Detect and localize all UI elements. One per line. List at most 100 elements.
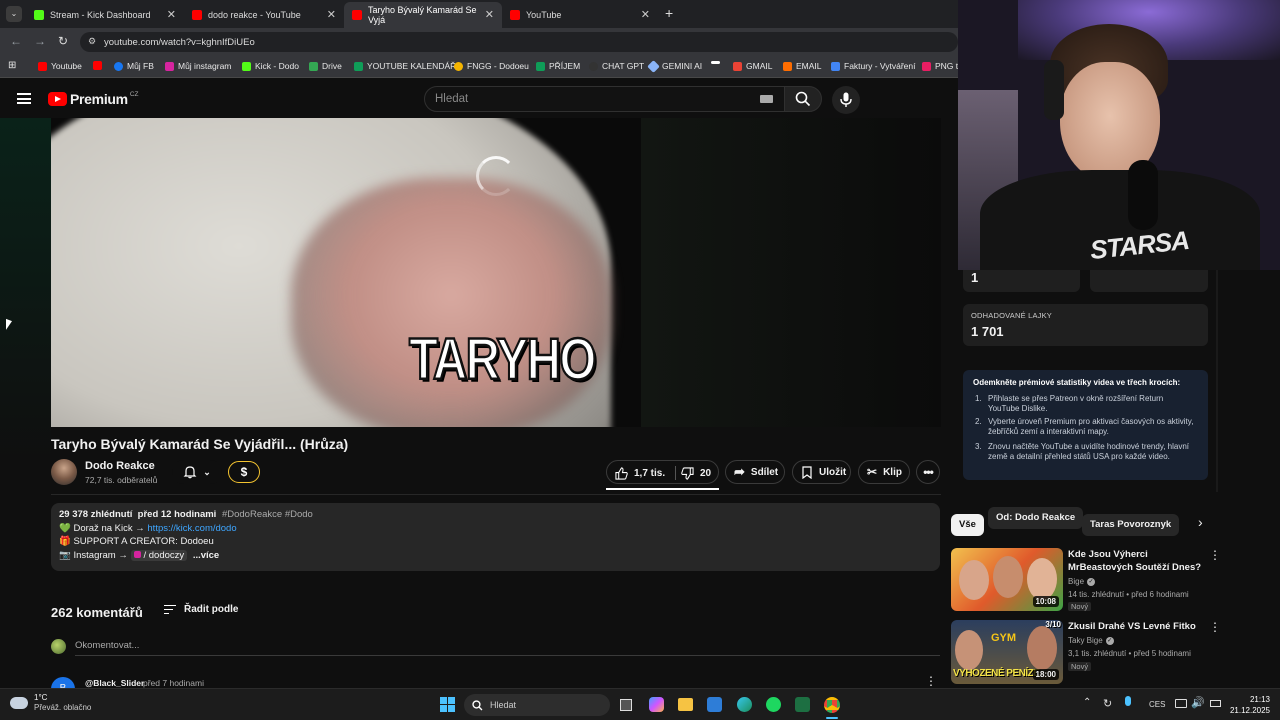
comment-author[interactable]: @Black_Slider (85, 678, 144, 688)
back-icon[interactable]: ← (10, 34, 22, 48)
chrome-active-indicator (826, 717, 838, 719)
language-indicator[interactable]: CES (1149, 700, 1165, 709)
network-icon[interactable] (1175, 699, 1187, 708)
rec-channel[interactable]: Bige ✓ (1068, 577, 1096, 586)
outlook-icon[interactable] (707, 697, 722, 712)
channel-subscribers: 72,7 tis. odběratelů (85, 475, 158, 485)
share-button[interactable]: ➦ Sdílet (725, 460, 785, 484)
description-line: 💚 Doraž na Kick → https://kick.com/dodo (59, 522, 932, 536)
tray-sync-icon[interactable]: ↻ (1103, 697, 1112, 710)
bookmark-kick[interactable]: Kick - Dodo (242, 61, 299, 71)
tray-mic-icon[interactable] (1125, 696, 1131, 706)
bookmark-chatgpt[interactable]: CHAT GPT (589, 61, 644, 71)
tab-youtube[interactable]: YouTube ✕ (502, 2, 658, 28)
close-tab-icon[interactable]: ✕ (485, 8, 494, 21)
recommended-video[interactable]: GYM 3/10 VYHOZENÉ PENÍZE 18:00 Zkusil Dr… (951, 620, 1221, 684)
bookmark-yt-calendar[interactable]: YOUTUBE KALENDÁŘ (354, 61, 456, 71)
menu-icon[interactable] (17, 93, 31, 104)
search-input[interactable]: Hledat (424, 86, 786, 112)
bookmark-blank[interactable] (711, 61, 724, 64)
bookmark-email[interactable]: EMAIL (783, 61, 822, 71)
recommended-video[interactable]: 10:08 Kde Jsou Výherci MrBeastových Sout… (951, 548, 1221, 612)
thanks-button[interactable]: $ (228, 461, 260, 483)
hashtags[interactable]: #DodoReakce #Dodo (222, 509, 313, 520)
excel-icon[interactable] (795, 697, 810, 712)
comment-input[interactable]: Okomentovat... (75, 640, 139, 651)
bookmark-gmail[interactable]: GMAIL (733, 61, 772, 71)
loading-spinner (476, 156, 516, 196)
apps-icon[interactable]: ⊞ (8, 60, 16, 71)
video-player[interactable]: TARYHO (51, 118, 941, 427)
copilot-icon[interactable] (649, 697, 664, 712)
cloud-sun-icon (10, 697, 28, 709)
rec-more-icon[interactable]: ⋮ (1209, 548, 1221, 562)
bookmark-fngg[interactable]: FNGG - Dodoeu (454, 61, 529, 71)
keyboard-icon[interactable] (760, 95, 773, 103)
channel-avatar[interactable] (51, 459, 77, 485)
youtube-icon (510, 10, 520, 20)
forward-icon[interactable]: → (34, 34, 46, 48)
taskbar-search[interactable]: Hledat (464, 694, 610, 716)
chip-taras[interactable]: Taras Povoroznyk (1082, 514, 1180, 536)
file-explorer-icon[interactable] (678, 698, 693, 711)
edge-icon[interactable] (737, 697, 752, 712)
save-button[interactable]: Uložit (792, 460, 851, 484)
url-field[interactable]: ⚙ youtube.com/watch?v=kghnIfDiUEo (80, 32, 958, 52)
taskview-icon[interactable] (620, 699, 632, 711)
like-button[interactable]: 1,7 tis. (607, 461, 675, 485)
video-thumbnail[interactable]: GYM 3/10 VYHOZENÉ PENÍZE 18:00 (951, 620, 1063, 684)
dislike-button[interactable]: 20 (677, 461, 719, 485)
voice-search-button[interactable] (832, 86, 860, 114)
bookmark-drive[interactable]: Drive (309, 61, 342, 71)
bookmark-facebook[interactable]: Můj FB (114, 61, 154, 71)
rec-title[interactable]: Kde Jsou Výherci MrBeastových Soutěží Dn… (1068, 549, 1206, 574)
premium-stats-card: Odemkněte prémiové statistiky videa ve t… (963, 370, 1208, 480)
tab-dodo-reakce[interactable]: dodo reakce - YouTube ✕ (184, 2, 344, 28)
bookmark-gemini[interactable]: GEMINI AI (647, 59, 702, 73)
clock[interactable]: 21:13 21.12.2025 (1220, 694, 1270, 716)
rec-channel[interactable]: Taky Bige ✓ (1068, 636, 1114, 645)
bookmark-youtube[interactable]: Youtube (38, 61, 82, 71)
more-actions-button[interactable]: ••• (916, 460, 940, 484)
rec-more-icon[interactable]: ⋮ (1209, 620, 1221, 634)
chip-from-channel[interactable]: Od: Dodo Reakce (988, 507, 1084, 529)
new-tab-button[interactable]: + (665, 5, 673, 21)
sort-comments-button[interactable]: Řadit podle (164, 604, 238, 615)
tab-search-dropdown-icon[interactable]: ⌄ (6, 6, 22, 22)
video-thumbnail[interactable]: 10:08 (951, 548, 1063, 611)
bookmark-youtube-2[interactable] (93, 61, 106, 70)
tab-current-video[interactable]: Taryho Bývalý Kamarád Se Vyjá ✕ (344, 2, 502, 28)
view-stats: 29 378 zhlédnutí před 12 hodinami (59, 509, 217, 520)
subscribed-bell-button[interactable]: ⌄ (172, 460, 222, 484)
rec-title[interactable]: Zkusil Drahé VS Levné Fitko (1068, 621, 1206, 634)
instagram-chip[interactable]: / dodoczy (130, 549, 188, 561)
tab-kick-dashboard[interactable]: Stream - Kick Dashboard ✕ (26, 2, 184, 28)
weather-widget[interactable]: 1°C Převáž. oblačno (10, 693, 91, 713)
volume-icon[interactable]: 🔊 (1191, 696, 1205, 709)
sort-icon (164, 604, 176, 615)
start-button[interactable] (440, 697, 455, 712)
chrome-icon[interactable] (824, 697, 840, 713)
youtube-premium-logo[interactable]: Premium CZ (48, 91, 138, 107)
search-button[interactable] (784, 86, 822, 112)
description-box[interactable]: 29 378 zhlédnutí před 12 hodinami #DodoR… (51, 503, 940, 571)
bookmark-prijem[interactable]: PŘÍJEM (536, 61, 580, 71)
bookmark-png[interactable]: PNG t (922, 61, 958, 71)
tray-chevron-icon[interactable]: ⌃ (1083, 697, 1091, 708)
show-more-link[interactable]: ...více (193, 550, 219, 561)
close-tab-icon[interactable]: ✕ (167, 8, 176, 21)
channel-name[interactable]: Dodo Reakce (85, 460, 155, 472)
comment-more-icon[interactable]: ⋮ (925, 674, 937, 688)
bookmark-instagram[interactable]: Můj instagram (165, 61, 231, 71)
bookmark-faktury[interactable]: Faktury - Vytváření (831, 61, 915, 71)
clip-button[interactable]: ✂ Klip (858, 460, 910, 484)
close-tab-icon[interactable]: ✕ (327, 8, 336, 21)
site-info-icon[interactable]: ⚙ (88, 36, 96, 47)
chevron-right-icon[interactable]: › (1198, 514, 1203, 530)
reload-icon[interactable]: ↻ (58, 34, 68, 48)
spotify-icon[interactable] (766, 697, 781, 712)
youtube-icon (352, 10, 362, 20)
chip-all[interactable]: Vše (951, 514, 984, 536)
close-tab-icon[interactable]: ✕ (641, 8, 650, 21)
kick-link[interactable]: https://kick.com/dodo (147, 523, 236, 534)
